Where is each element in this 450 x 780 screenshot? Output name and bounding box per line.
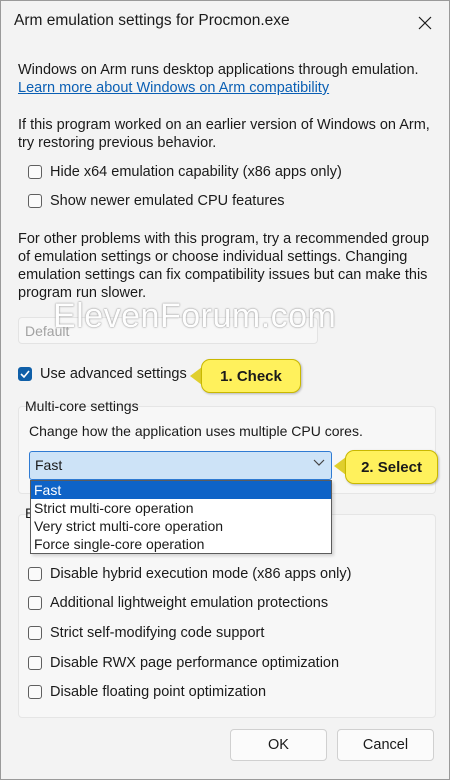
checkbox-label: Disable RWX page performance optimizatio… xyxy=(50,655,340,671)
disable-fp-opt-checkbox[interactable]: Disable floating point optimization xyxy=(28,684,266,700)
checkbox-box[interactable] xyxy=(28,685,42,699)
option-force-single-core[interactable]: Force single-core operation xyxy=(31,535,331,553)
disable-hybrid-checkbox[interactable]: Disable hybrid execution mode (x86 apps … xyxy=(28,566,351,582)
checkbox-box[interactable] xyxy=(28,165,42,179)
chevron-down-icon xyxy=(313,459,325,466)
checkbox-label: Hide x64 emulation capability (x86 apps … xyxy=(50,164,342,180)
checkbox-box[interactable] xyxy=(28,656,42,670)
intro-text: Windows on Arm runs desktop applications… xyxy=(18,61,433,97)
use-advanced-checkbox[interactable]: Use advanced settings xyxy=(18,366,187,382)
lightweight-protections-checkbox[interactable]: Additional lightweight emulation protect… xyxy=(28,595,328,611)
callout-select: 2. Select xyxy=(345,450,438,484)
checkbox-label: Disable hybrid execution mode (x86 apps … xyxy=(50,566,352,582)
close-icon xyxy=(418,16,432,30)
show-newer-cpu-checkbox[interactable]: Show newer emulated CPU features xyxy=(28,193,285,209)
multicore-description: Change how the application uses multiple… xyxy=(29,423,363,439)
checkbox-box-checked[interactable] xyxy=(18,367,32,381)
callout-check: 1. Check xyxy=(201,359,301,393)
close-button[interactable] xyxy=(411,9,439,37)
checkbox-box[interactable] xyxy=(28,596,42,610)
checkbox-box[interactable] xyxy=(28,567,42,581)
strict-smc-checkbox[interactable]: Strict self-modifying code support xyxy=(28,625,264,641)
window-title: Arm emulation settings for Procmon.exe xyxy=(14,12,290,29)
dialog-window: Arm emulation settings for Procmon.exe W… xyxy=(0,0,450,780)
checkbox-label: Show newer emulated CPU features xyxy=(50,193,285,209)
disable-rwx-checkbox[interactable]: Disable RWX page performance optimizatio… xyxy=(28,655,339,671)
multicore-title: Multi-core settings xyxy=(25,398,139,414)
watermark: ElevenForum.com xyxy=(53,297,337,335)
checkbox-label: Use advanced settings xyxy=(40,366,187,382)
restore-text: If this program worked on an earlier ver… xyxy=(18,117,430,151)
checkbox-box[interactable] xyxy=(28,626,42,640)
ok-button[interactable]: OK xyxy=(230,729,327,761)
cancel-button[interactable]: Cancel xyxy=(337,729,434,761)
learn-more-link[interactable]: Learn more about Windows on Arm compatib… xyxy=(18,80,329,96)
hide-x64-checkbox[interactable]: Hide x64 emulation capability (x86 apps … xyxy=(28,164,342,180)
checkbox-box[interactable] xyxy=(28,194,42,208)
select-value: Fast xyxy=(35,457,63,473)
checkbox-label: Strict self-modifying code support xyxy=(50,625,265,641)
multicore-dropdown-list[interactable]: Fast Strict multi-core operation Very st… xyxy=(30,480,332,554)
option-fast[interactable]: Fast xyxy=(31,481,331,499)
multicore-select[interactable]: Fast xyxy=(29,451,332,480)
option-strict-multicore[interactable]: Strict multi-core operation xyxy=(31,499,331,517)
checkbox-label: Additional lightweight emulation protect… xyxy=(50,595,329,611)
title-bar[interactable]: Arm emulation settings for Procmon.exe xyxy=(1,1,449,45)
checkbox-label: Disable floating point optimization xyxy=(50,684,267,700)
intro-body: Windows on Arm runs desktop applications… xyxy=(18,62,419,78)
option-very-strict-multicore[interactable]: Very strict multi-core operation xyxy=(31,517,331,535)
other-problems-text: For other problems with this program, tr… xyxy=(18,231,430,301)
checkmark-icon xyxy=(20,370,30,378)
